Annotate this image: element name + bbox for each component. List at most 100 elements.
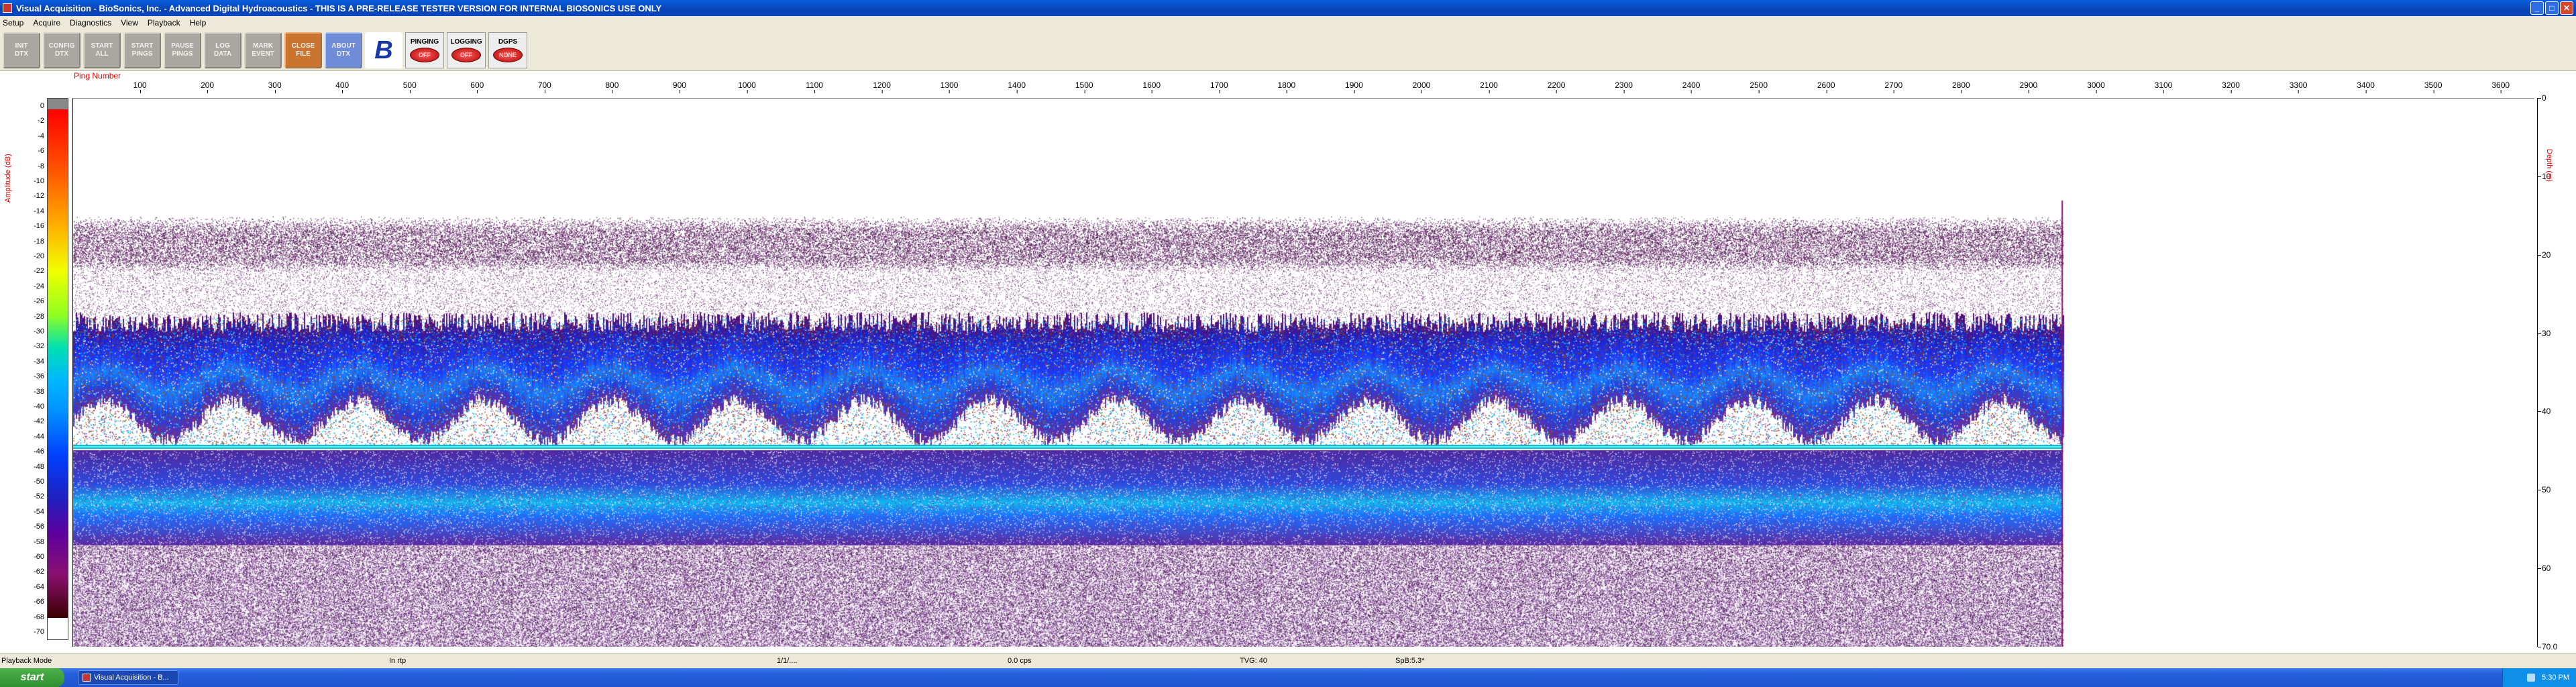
maximize-button[interactable]: □: [2545, 1, 2559, 15]
amplitude-tick-label: -68: [34, 613, 44, 621]
amplitude-tick-label: -62: [34, 568, 44, 576]
x-tick-label: 3200: [2222, 81, 2240, 93]
close-button[interactable]: ✕: [2560, 1, 2573, 15]
x-tick-label: 1800: [1277, 81, 1296, 93]
amplitude-tick-label: -14: [34, 207, 44, 215]
x-tick-label: 2700: [1884, 81, 1903, 93]
logging-lamp-icon: OFF: [451, 47, 481, 62]
amplitude-tick-label: -40: [34, 403, 44, 411]
amplitude-tick-label: -30: [34, 327, 44, 335]
close-file-button[interactable]: CLOSE FILE: [284, 32, 322, 68]
x-tick-label: 2500: [1750, 81, 1768, 93]
start-button[interactable]: start: [0, 668, 64, 687]
amplitude-tick-label: -60: [34, 553, 44, 561]
toolbar: INIT DTX CONFIG DTX START ALL START PING…: [0, 30, 2576, 71]
depth-tick-label: 20: [2537, 250, 2551, 260]
menu-help[interactable]: Help: [190, 18, 207, 28]
logging-indicator: LOGGING OFF: [447, 32, 486, 68]
amplitude-tick-label: -12: [34, 192, 44, 201]
taskbar-item-visual-acquisition[interactable]: Visual Acquisition - B...: [78, 670, 178, 685]
system-tray: 5:30 PM: [2502, 668, 2576, 687]
x-tick-label: 3000: [2087, 81, 2105, 93]
pause-pings-button[interactable]: PAUSE PINGS: [164, 32, 201, 68]
menu-playback[interactable]: Playback: [148, 18, 180, 28]
x-tick-label: 2800: [1951, 81, 1970, 93]
x-tick-label: 1400: [1008, 81, 1026, 93]
log-data-button[interactable]: LOG DATA: [204, 32, 241, 68]
x-tick-label: 3400: [2357, 81, 2375, 93]
amplitude-tick-label: -20: [34, 252, 44, 260]
menu-diagnostics[interactable]: Diagnostics: [70, 18, 111, 28]
amplitude-tick-label: -6: [38, 147, 44, 156]
logging-label: LOGGING: [450, 38, 482, 46]
echogram-plot[interactable]: [72, 98, 2534, 647]
amplitude-tick-label: -50: [34, 478, 44, 486]
amplitude-tick-label: -46: [34, 447, 44, 456]
depth-tick-label: 70.0: [2537, 642, 2558, 651]
taskbar-item-label: Visual Acquisition - B...: [94, 674, 169, 682]
amplitude-tick-label: -18: [34, 237, 44, 246]
status-cell-1: In rtp: [389, 657, 407, 665]
depth-tick-label: 60: [2537, 564, 2551, 574]
window-controls: _ □ ✕: [2530, 1, 2573, 15]
x-tick-label: 2300: [1615, 81, 1633, 93]
start-all-button[interactable]: START ALL: [83, 32, 121, 68]
minimize-button[interactable]: _: [2530, 1, 2544, 15]
amplitude-tick-label: -58: [34, 537, 44, 546]
amplitude-tick-label: -70: [34, 628, 44, 636]
app-window: Visual Acquisition - BioSonics, Inc. - A…: [0, 0, 2576, 687]
amplitude-tick-label: -2: [38, 117, 44, 125]
x-tick-label: 1200: [873, 81, 891, 93]
depth-axis-title: Depth (m): [2545, 148, 2553, 182]
mark-event-button[interactable]: MARK EVENT: [244, 32, 282, 68]
amplitude-tick-label: -64: [34, 582, 44, 591]
start-pings-button[interactable]: START PINGS: [123, 32, 161, 68]
amplitude-tick-label: -42: [34, 417, 44, 426]
amplitude-tick-label: -4: [38, 131, 44, 140]
menu-acquire[interactable]: Acquire: [33, 18, 60, 28]
pinging-lamp-icon: OFF: [410, 47, 439, 62]
init-dtx-button[interactable]: INIT DTX: [3, 32, 40, 68]
x-tick-label: 1900: [1345, 81, 1363, 93]
amplitude-tick-label: -38: [34, 387, 44, 396]
echogram-canvas[interactable]: [73, 99, 2534, 647]
x-tick-label: 1600: [1142, 81, 1161, 93]
echogram-panel: Ping Number 100 200 300 400 500 600 700 800 900 1…: [0, 71, 2576, 653]
amplitude-tick-label: -66: [34, 598, 44, 606]
menu-bar: Setup Acquire Diagnostics View Playback …: [0, 16, 2576, 30]
x-axis-title: Ping Number: [74, 71, 121, 81]
clock[interactable]: 5:30 PM: [2542, 674, 2569, 682]
amplitude-tick-label: -8: [38, 162, 44, 170]
menu-setup[interactable]: Setup: [3, 18, 23, 28]
x-tick-label: 500: [402, 81, 417, 93]
title-bar[interactable]: Visual Acquisition - BioSonics, Inc. - A…: [0, 0, 2576, 16]
amplitude-tick-label: -16: [34, 222, 44, 231]
amplitude-tick-label: -52: [34, 492, 44, 501]
x-tick-label: 2000: [1412, 81, 1431, 93]
amplitude-tick-label: -10: [34, 177, 44, 185]
x-tick-label: 600: [470, 81, 484, 93]
app-icon: [83, 674, 91, 682]
amplitude-tick-label: -32: [34, 342, 44, 351]
amplitude-tick-label: -48: [34, 462, 44, 471]
x-tick-label: 100: [133, 81, 147, 93]
x-tick-label: 2100: [1480, 81, 1498, 93]
amplitude-tick-label: -36: [34, 372, 44, 381]
amplitude-tick-label: -24: [34, 282, 44, 290]
amplitude-tick-label: 0: [40, 102, 44, 110]
config-dtx-button[interactable]: CONFIG DTX: [43, 32, 80, 68]
app-icon: [3, 3, 12, 13]
depth-tick-label: 40: [2537, 407, 2551, 417]
about-dtx-button[interactable]: ABOUT DTX: [325, 32, 362, 68]
amplitude-scale: 0 -2 -4 -6 -8 -10 -12 -14 -16 -18 -20 -22 -24 -26 -28 -…: [27, 98, 47, 640]
x-tick-label: 800: [605, 81, 619, 93]
tray-icon[interactable]: [2527, 674, 2536, 682]
window-title: Visual Acquisition - BioSonics, Inc. - A…: [16, 3, 662, 13]
status-cell-4: TVG: 40: [1240, 657, 1267, 665]
x-tick-label: 3100: [2154, 81, 2173, 93]
menu-view[interactable]: View: [121, 18, 138, 28]
x-tick-label: 2600: [1817, 81, 1835, 93]
amplitude-colorbar[interactable]: [47, 98, 68, 640]
dgps-indicator: DGPS NONE: [488, 32, 527, 68]
amplitude-tick-label: -26: [34, 297, 44, 306]
